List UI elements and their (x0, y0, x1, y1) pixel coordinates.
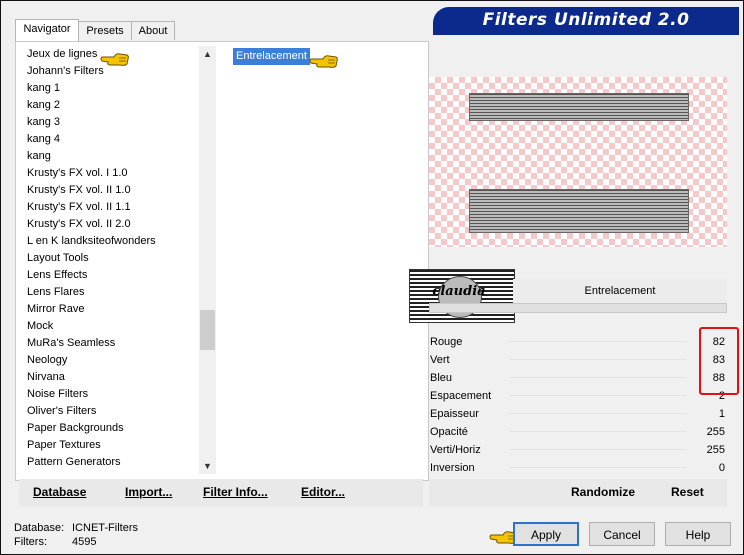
category-item[interactable]: kang 2 (22, 97, 202, 114)
category-item[interactable]: Krusty's FX vol. II 1.0 (22, 182, 202, 199)
category-item[interactable]: Paper Backgrounds (22, 420, 202, 437)
right-toolbar: Randomize Reset (429, 479, 727, 507)
import-button[interactable]: Import... (125, 485, 172, 499)
category-item[interactable]: kang 3 (22, 114, 202, 131)
filters-label: Filters: (14, 536, 47, 548)
database-button[interactable]: Database (33, 485, 86, 499)
parameter-row[interactable]: Inversion 0 (429, 459, 727, 477)
editor-button[interactable]: Editor... (301, 485, 345, 499)
parameter-row[interactable]: Opacité 255 (429, 423, 727, 441)
help-button[interactable]: Help (665, 522, 731, 546)
cancel-button[interactable]: Cancel (589, 522, 655, 546)
title-banner: Filters Unlimited 2.0 (433, 7, 739, 35)
category-item[interactable]: kang (22, 148, 202, 165)
parameter-value[interactable]: 255 (707, 441, 725, 459)
parameter-label: Opacité (430, 426, 468, 438)
category-item[interactable]: Krusty's FX vol. II 1.1 (22, 199, 202, 216)
database-label: Database: (14, 522, 65, 534)
category-item[interactable]: Nirvana (22, 369, 202, 386)
reset-button[interactable]: Reset (671, 485, 704, 499)
category-item[interactable]: Mirror Rave (22, 301, 202, 318)
category-item[interactable]: Mock (22, 318, 202, 335)
scroll-thumb[interactable] (200, 310, 215, 350)
parameter-list: Rouge 82 Vert 83 Bleu 88 Espacement 2 Epaisseur 1… (429, 333, 727, 477)
randomize-button[interactable]: Randomize (571, 485, 635, 499)
parameter-row[interactable]: Vert 83 (429, 351, 727, 369)
parameter-value[interactable]: 0 (719, 459, 725, 477)
parameter-label: Bleu (430, 372, 453, 384)
preview-stripes-bottom (469, 189, 689, 233)
app-title: Filters Unlimited 2.0 (482, 10, 690, 30)
filter-name-label: Entrelacement (513, 279, 727, 303)
parameter-label: Epaisseur (430, 408, 479, 420)
watermark-logo: claudia (409, 269, 515, 323)
parameter-slider[interactable] (509, 377, 687, 378)
category-item[interactable]: MuRa's Seamless (22, 335, 202, 352)
parameter-slider[interactable] (509, 449, 687, 450)
highlight-box (699, 327, 739, 395)
parameter-label: Espacement (430, 390, 492, 402)
parameter-row[interactable]: Bleu 88 (429, 369, 727, 387)
pointing-hand-icon (100, 53, 129, 66)
parameter-row[interactable]: Epaisseur 1 (429, 405, 727, 423)
category-item[interactable]: Lens Flares (22, 284, 202, 301)
parameter-slider[interactable] (509, 413, 687, 414)
filter-info-button[interactable]: Filter Info... (203, 485, 268, 499)
parameter-label: Vert (430, 354, 450, 366)
apply-button[interactable]: Apply (513, 522, 579, 546)
tab-navigator[interactable]: Navigator (15, 19, 79, 41)
filter-item-selected[interactable]: Entrelacement (233, 48, 310, 65)
pointing-hand-icon (309, 55, 338, 68)
parameter-slider[interactable] (509, 431, 687, 432)
navigator-panel: Jeux de lignes Johann's Filters kang 1 kang… (15, 41, 429, 481)
preview-stripes-top (469, 93, 689, 121)
filter-name-divider (429, 303, 727, 313)
category-item[interactable]: kang 4 (22, 131, 202, 148)
filters-unlimited-window: Filters Unlimited 2.0 Navigator Presets … (0, 0, 744, 555)
database-value: ICNET-Filters (72, 522, 138, 534)
category-item[interactable]: Krusty's FX vol. II 2.0 (22, 216, 202, 233)
filter-list[interactable]: Entrelacement (219, 46, 419, 474)
category-item[interactable]: Paper Textures (22, 437, 202, 454)
parameter-row[interactable]: Verti/Horiz 255 (429, 441, 727, 459)
category-item[interactable]: Krusty's FX vol. I 1.0 (22, 165, 202, 182)
scroll-down-icon[interactable]: ▼ (199, 458, 216, 474)
tab-presets[interactable]: Presets (78, 21, 132, 40)
category-item[interactable]: Layout Tools (22, 250, 202, 267)
category-item[interactable]: Noise Filters (22, 386, 202, 403)
category-item[interactable]: L en K landksiteofwonders (22, 233, 202, 250)
parameter-slider[interactable] (509, 359, 687, 360)
category-item[interactable]: Pattern Generators (22, 454, 202, 471)
parameter-row[interactable]: Espacement 2 (429, 387, 727, 405)
parameter-value[interactable]: 255 (707, 423, 725, 441)
scroll-up-icon[interactable]: ▲ (199, 46, 216, 62)
preview-image (429, 77, 727, 247)
tab-about[interactable]: About (131, 21, 175, 40)
parameter-value[interactable]: 1 (719, 405, 725, 423)
watermark-text: claudia (432, 284, 486, 299)
parameter-row[interactable]: Rouge 82 (429, 333, 727, 351)
parameter-slider[interactable] (509, 467, 687, 468)
category-item[interactable]: Lens Effects (22, 267, 202, 284)
category-list[interactable]: Jeux de lignes Johann's Filters kang 1 kang… (22, 46, 202, 474)
parameter-slider[interactable] (509, 341, 687, 342)
filters-count: 4595 (72, 536, 97, 548)
status-info: Database: ICNET-Filters Filters: 4595 (14, 521, 214, 549)
parameter-label: Rouge (430, 336, 463, 348)
left-toolbar: Database Import... Filter Info... Editor… (19, 479, 423, 507)
category-scrollbar[interactable]: ▲ ▼ (199, 46, 216, 474)
parameter-label: Inversion (430, 462, 475, 474)
parameter-slider[interactable] (509, 395, 687, 396)
category-item[interactable]: Neology (22, 352, 202, 369)
category-item[interactable]: kang 1 (22, 80, 202, 97)
parameter-label: Verti/Horiz (430, 444, 481, 456)
category-item[interactable]: Oliver's Filters (22, 403, 202, 420)
